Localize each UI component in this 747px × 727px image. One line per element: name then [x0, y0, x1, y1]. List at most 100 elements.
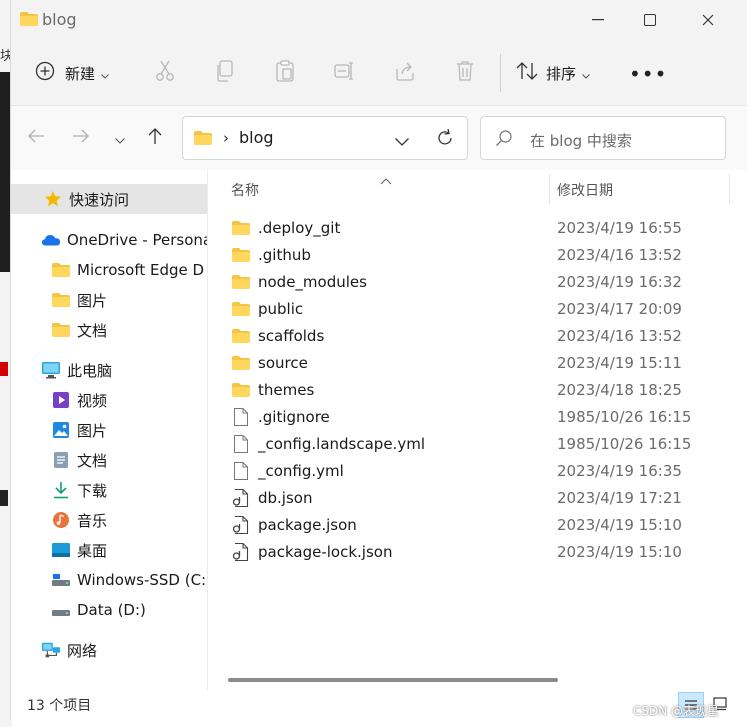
refresh-button[interactable]	[435, 128, 455, 152]
rename-button[interactable]	[332, 60, 358, 86]
navigation-bar: › blog 在 blog 中搜索	[11, 106, 747, 170]
sidebar-item-c-drive[interactable]: Windows-SSD (C:)	[11, 565, 207, 595]
paste-button[interactable]	[272, 60, 298, 86]
sidebar-item-network[interactable]: 网络	[11, 635, 207, 665]
cut-button[interactable]	[152, 60, 178, 86]
folder-icon	[51, 261, 71, 279]
sidebar-item-label: 快速访问	[69, 190, 130, 209]
desktop-icon	[51, 541, 71, 559]
file-row[interactable]: .github 2023/4/16 13:52	[231, 241, 731, 268]
folder-icon	[231, 299, 251, 319]
file-date-modified: 2023/4/17 20:09	[557, 299, 682, 318]
file-row[interactable]: .deploy_git 2023/4/19 16:55	[231, 214, 731, 241]
up-button[interactable]	[144, 127, 166, 149]
folder-icon	[231, 326, 251, 346]
sidebar-item-desktop[interactable]: 桌面	[11, 535, 207, 565]
forward-button[interactable]	[70, 127, 92, 149]
copy-button[interactable]	[212, 60, 238, 86]
sidebar-item-pictures[interactable]: 图片	[11, 415, 207, 445]
file-row[interactable]: .gitignore 1985/10/26 16:15	[231, 403, 731, 430]
sidebar-item-onedrive[interactable]: OneDrive - Persona	[11, 225, 207, 255]
sidebar-item-downloads[interactable]: 下载	[11, 475, 207, 505]
rename-icon	[334, 61, 356, 85]
documents-icon	[51, 451, 71, 469]
column-header-date-modified[interactable]: 修改日期	[557, 180, 613, 200]
title-bar: blog	[11, 0, 747, 40]
file-row[interactable]: themes 2023/4/18 18:25	[231, 376, 731, 403]
sidebar-item-quick-access[interactable]: 快速访问	[11, 184, 207, 214]
file-name: _config.landscape.yml	[258, 434, 425, 453]
address-bar[interactable]: › blog	[182, 116, 468, 160]
file-row[interactable]: package.json 2023/4/19 15:10	[231, 511, 731, 538]
sort-arrows-icon	[516, 61, 538, 85]
maximize-button[interactable]	[627, 8, 673, 32]
chevron-down-icon	[101, 64, 109, 83]
new-button-label: 新建	[65, 64, 96, 83]
address-dropdown-button[interactable]	[395, 131, 409, 150]
back-button[interactable]	[25, 127, 47, 149]
sidebar-item-onedrive-documents[interactable]: 文档	[11, 315, 207, 345]
sidebar-item-label: 文档	[77, 321, 108, 340]
sidebar-item-label: Windows-SSD (C:)	[77, 571, 207, 589]
file-name: package-lock.json	[258, 542, 393, 561]
file-row[interactable]: _config.yml 2023/4/19 16:35	[231, 457, 731, 484]
file-row[interactable]: _config.landscape.yml 1985/10/26 16:15	[231, 430, 731, 457]
file-date-modified: 2023/4/16 13:52	[557, 326, 682, 345]
more-options-button[interactable]: •••	[629, 62, 667, 86]
file-row[interactable]: node_modules 2023/4/19 16:32	[231, 268, 731, 295]
toolbar-divider	[500, 54, 501, 92]
folder-icon	[51, 291, 71, 309]
file-row[interactable]: scaffolds 2023/4/16 13:52	[231, 322, 731, 349]
file-date-modified: 1985/10/26 16:15	[557, 407, 692, 426]
horizontal-scrollbar[interactable]	[228, 678, 558, 682]
new-button[interactable]: 新建	[35, 60, 109, 86]
sidebar-item-d-drive[interactable]: Data (D:)	[11, 595, 207, 625]
computer-icon	[41, 361, 61, 379]
sidebar-item-onedrive-pictures[interactable]: 图片	[11, 285, 207, 315]
background-black-mark	[0, 490, 8, 506]
file-date-modified: 2023/4/16 13:52	[557, 245, 682, 264]
sidebar-item-music[interactable]: 音乐	[11, 505, 207, 535]
json-file-icon	[231, 515, 251, 535]
command-bar: 新建 排序 •••	[11, 40, 747, 106]
chevron-down-icon	[115, 129, 125, 148]
sidebar-item-videos[interactable]: 视频	[11, 385, 207, 415]
more-icon: •••	[629, 62, 668, 86]
sidebar-item-label: 图片	[77, 421, 108, 440]
network-icon	[41, 641, 61, 659]
file-name: .gitignore	[258, 407, 330, 426]
delete-button[interactable]	[452, 60, 478, 86]
column-divider[interactable]	[729, 174, 730, 204]
column-divider[interactable]	[549, 174, 550, 204]
file-row[interactable]: source 2023/4/19 15:11	[231, 349, 731, 376]
file-name: _config.yml	[258, 461, 344, 480]
file-row[interactable]: public 2023/4/17 20:09	[231, 295, 731, 322]
close-button[interactable]	[685, 8, 731, 32]
share-button[interactable]	[392, 60, 418, 86]
breadcrumb-current[interactable]: blog	[239, 128, 274, 147]
sidebar-item-label: 此电脑	[67, 361, 113, 380]
file-name: package.json	[258, 515, 357, 534]
file-explorer-window: blog 新建 排序 ••• › blog 在 blog 中搜索 快速访问 On…	[10, 0, 747, 720]
music-icon	[51, 511, 71, 529]
sidebar-item-label: 网络	[67, 641, 98, 660]
file-date-modified: 2023/4/19 15:10	[557, 542, 682, 561]
file-row[interactable]: db.json 2023/4/19 17:21	[231, 484, 731, 511]
drive-icon	[51, 571, 71, 589]
folder-icon	[231, 272, 251, 292]
scissors-icon	[155, 60, 175, 86]
sidebar-item-label: Data (D:)	[77, 601, 146, 619]
sidebar-item-documents[interactable]: 文档	[11, 445, 207, 475]
search-box[interactable]: 在 blog 中搜索	[480, 116, 726, 160]
copy-icon	[216, 60, 234, 86]
recent-locations-button[interactable]	[109, 127, 131, 149]
minimize-button[interactable]	[575, 8, 621, 32]
sidebar-item-edge-folder[interactable]: Microsoft Edge D	[11, 255, 207, 285]
sidebar-item-this-pc[interactable]: 此电脑	[11, 355, 207, 385]
file-row[interactable]: package-lock.json 2023/4/19 15:10	[231, 538, 731, 565]
sort-button[interactable]: 排序	[516, 60, 590, 86]
file-name: .github	[258, 245, 311, 264]
breadcrumb-chevron-icon[interactable]: ›	[223, 129, 229, 147]
column-header-name[interactable]: 名称	[231, 180, 259, 200]
search-icon	[495, 129, 513, 151]
